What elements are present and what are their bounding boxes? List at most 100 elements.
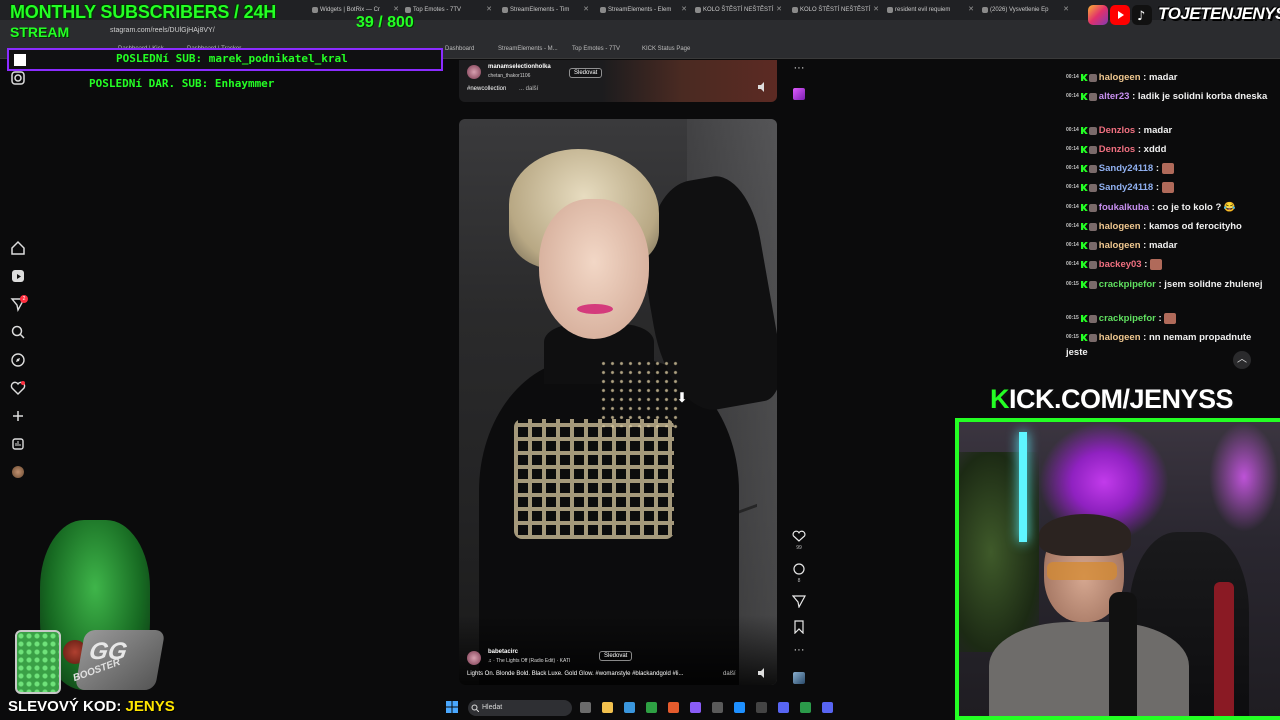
file-explorer-icon[interactable] (602, 702, 613, 713)
woman-face (539, 199, 649, 339)
browser-tab[interactable]: resident evil requiem ✕ (885, 2, 977, 18)
browser-tab[interactable]: KOLO ŠTĚSTÍ NEŠTĚSTÍ ✕ (693, 2, 785, 18)
explore-icon[interactable] (10, 352, 26, 368)
kick-badge-icon (1080, 146, 1088, 153)
close-icon[interactable]: ✕ (486, 2, 492, 18)
reel-more[interactable]: další (723, 671, 736, 677)
chat-username[interactable]: halogeen (1099, 221, 1141, 232)
kick-badge-icon (1080, 242, 1088, 249)
app-icon[interactable] (690, 702, 701, 713)
tab-label: StreamElements - Tim (510, 7, 570, 13)
chat-username[interactable]: halogeen (1099, 72, 1141, 83)
chat-username[interactable]: foukalkuba (1099, 202, 1149, 213)
share-icon[interactable] (792, 594, 806, 608)
like-icon[interactable] (792, 530, 806, 542)
windows-start-icon[interactable] (446, 701, 458, 713)
streamer-glasses (1047, 562, 1117, 580)
discord-icon[interactable] (778, 702, 789, 713)
mute-icon[interactable] (757, 82, 767, 92)
reel-follow-button[interactable]: Sledovat (599, 651, 633, 661)
chat-username[interactable]: crackpipefor (1099, 279, 1156, 290)
close-icon[interactable]: ✕ (583, 2, 589, 18)
reel-caption: Lights On. Blonde Bold. Black Luxe. Gold… (467, 671, 684, 677)
close-icon[interactable]: ✕ (968, 2, 974, 18)
close-icon[interactable]: ✕ (1063, 2, 1069, 18)
brand-tojetenjenys: TOJETENJENYS (1158, 4, 1280, 23)
home-icon[interactable] (10, 240, 26, 256)
terminal-icon[interactable] (712, 702, 723, 713)
reel-top-more[interactable]: ... další (519, 86, 538, 92)
user-badge-icon (1088, 222, 1097, 231)
notifications-icon[interactable] (10, 380, 26, 396)
audio-thumb[interactable] (793, 672, 805, 684)
chat-message: 00:14 Denzlos : xddd (1066, 142, 1270, 157)
reel-previous[interactable]: manamselectionholka chetan_thakor1106 Sl… (459, 60, 777, 102)
chrome-icon[interactable] (734, 702, 745, 713)
browser-tab[interactable]: Top Emotes - 7TV ✕ (403, 2, 495, 18)
bookmark-item[interactable]: Top Emotes - 7TV (572, 46, 620, 52)
stream-word: STREAM (10, 24, 70, 40)
comment-icon[interactable] (792, 562, 806, 576)
task-view-icon[interactable] (580, 702, 591, 713)
reel-avatar[interactable] (467, 651, 481, 665)
chrome-icon[interactable] (668, 702, 679, 713)
app-icon[interactable] (756, 702, 767, 713)
bookmark-item[interactable]: StreamElements - M... (498, 46, 558, 52)
chat-username[interactable]: Denzlos (1099, 125, 1135, 136)
bookmark-item[interactable]: Dashboard (445, 46, 474, 52)
search-icon[interactable] (10, 324, 26, 340)
close-icon[interactable]: ✕ (873, 2, 879, 18)
chat-username[interactable]: Sandy24118 (1099, 182, 1153, 193)
save-icon[interactable] (793, 620, 805, 634)
reel-music[interactable]: ♫ · The Lights Off (Radio Edit) · KATI (488, 658, 570, 664)
dashboard-icon[interactable] (10, 436, 26, 452)
browser-tab[interactable]: StreamElements - Tim ✕ (500, 2, 592, 18)
chat-text: : madar (1140, 240, 1178, 252)
reel-username[interactable]: babetacirc (488, 649, 518, 655)
reels-icon[interactable] (10, 268, 26, 284)
top-audio-thumb[interactable] (793, 88, 805, 100)
chat-message: 00:14 halogeen : kamos od ferocityho (1066, 219, 1270, 234)
chevron-up-icon[interactable]: ︿ (1233, 351, 1251, 369)
close-icon[interactable]: ✕ (681, 2, 687, 18)
chat-text: : madar (1135, 125, 1173, 137)
store-icon[interactable] (646, 702, 657, 713)
browser-tab[interactable]: KOLO ŠTĚSTÍ NEŠTĚSTÍ ✕ (790, 2, 882, 18)
obs-icon[interactable] (800, 702, 811, 713)
chat-username[interactable]: Denzlos (1099, 144, 1135, 155)
chat-username[interactable]: halogeen (1099, 240, 1141, 251)
reel-top-follow-button[interactable]: Sledovat (569, 68, 603, 78)
last-donation-text: POSLEDNí DAR. SUB: Enhaymmer (89, 77, 275, 90)
reel-top-username[interactable]: manamselectionholka (488, 64, 551, 70)
tab-favicon (887, 7, 893, 13)
reel-top-avatar[interactable] (467, 65, 481, 79)
kick-badge-icon (1080, 184, 1088, 191)
more-options-icon[interactable]: ··· (792, 644, 806, 656)
edge-icon[interactable] (624, 702, 635, 713)
user-badge-icon (1088, 164, 1097, 173)
discord-icon[interactable] (822, 702, 833, 713)
close-icon[interactable]: ✕ (776, 2, 782, 18)
top-more-icon[interactable]: ··· (792, 62, 806, 74)
streamer-hoodie (989, 622, 1189, 716)
url-text[interactable]: stagram.com/reels/DUlGjHAj8VY/ (110, 27, 215, 34)
instagram-icon[interactable] (10, 70, 26, 86)
chat-username[interactable]: backey03 (1099, 259, 1142, 270)
browser-tab[interactable]: StreamElements - Elem ✕ (598, 2, 690, 18)
chat-text: : jsem solidne zhulenej (1155, 279, 1263, 291)
chat-text: : (1141, 259, 1151, 271)
browser-tab[interactable]: (2026) Vysvetlenie Ep ✕ (980, 2, 1072, 18)
chat-username[interactable]: halogeen (1099, 332, 1141, 343)
user-badge-icon (1088, 73, 1097, 82)
chat-username[interactable]: Sandy24118 (1099, 163, 1153, 174)
mute-icon[interactable] (757, 668, 767, 678)
profile-avatar[interactable] (12, 466, 24, 478)
youtube-icon (1110, 5, 1130, 25)
reel-video[interactable]: babetacirc ♫ · The Lights Off (Radio Edi… (459, 119, 777, 685)
chat-username[interactable]: crackpipefor (1099, 313, 1156, 324)
taskbar-search[interactable]: Hledat (468, 700, 572, 716)
chat-username[interactable]: alter23 (1099, 91, 1130, 102)
bookmark-item[interactable]: KICK Status Page (642, 46, 690, 52)
create-icon[interactable] (10, 408, 26, 424)
kick-badge-icon (1080, 204, 1088, 211)
